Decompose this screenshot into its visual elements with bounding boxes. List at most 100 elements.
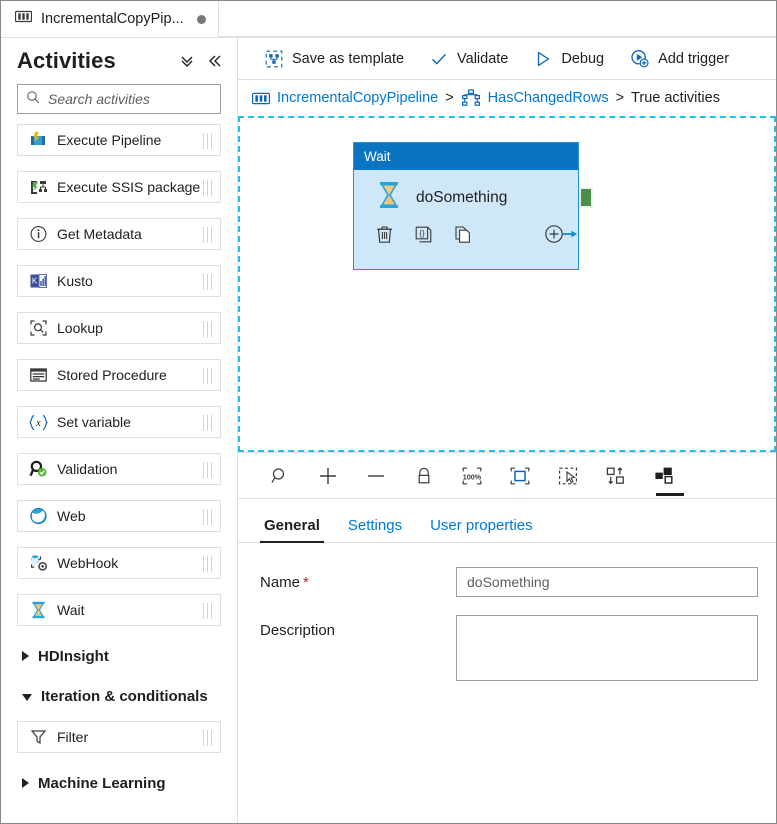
activity-node-doSomething[interactable]: Wait doSomething {} — [353, 142, 579, 270]
delete-icon[interactable] — [376, 225, 393, 244]
drag-handle[interactable] — [203, 321, 212, 337]
node-output-port[interactable] — [579, 187, 593, 208]
command-bar: Save as template Validate Debug Add trig… — [238, 38, 776, 80]
activity-web[interactable]: Web — [17, 500, 221, 532]
property-tabs: General Settings User properties — [238, 499, 776, 543]
description-field[interactable] — [456, 615, 758, 681]
required-marker: * — [303, 574, 309, 591]
tab-strip: IncrementalCopyPip... — [1, 1, 776, 38]
webhook-icon — [27, 553, 49, 573]
breadcrumb-current: True activities — [631, 90, 720, 106]
description-label: Description — [260, 622, 336, 639]
search-input[interactable] — [48, 91, 230, 107]
chevron-right-icon — [22, 778, 29, 788]
validate-button[interactable]: Validate — [417, 43, 521, 75]
drag-handle[interactable] — [203, 509, 212, 525]
group-iteration-conditionals[interactable]: Iteration & conditionals — [17, 681, 221, 711]
activity-filter[interactable]: Filter — [17, 721, 221, 753]
checkmark-icon — [430, 50, 448, 68]
group-machine-learning[interactable]: Machine Learning — [17, 768, 221, 798]
command-label: Save as template — [292, 50, 405, 67]
lock-icon[interactable] — [400, 456, 448, 496]
wait-icon — [27, 600, 49, 620]
play-triangle-icon — [534, 50, 552, 68]
drag-handle[interactable] — [203, 730, 212, 746]
activity-label: Set variable — [57, 414, 131, 430]
double-chevron-left-icon[interactable] — [207, 53, 223, 69]
code-brackets-icon[interactable]: {} — [414, 225, 433, 244]
command-label: Debug — [561, 50, 605, 67]
add-output-icon[interactable] — [544, 224, 578, 244]
activity-wait[interactable]: Wait — [17, 594, 221, 626]
tab-user-properties[interactable]: User properties — [416, 517, 547, 542]
double-chevron-down-icon[interactable] — [179, 53, 195, 69]
node-tools: {} — [354, 214, 578, 244]
activities-title: Activities — [17, 48, 116, 73]
tab-settings[interactable]: Settings — [334, 517, 416, 542]
drag-handle[interactable] — [203, 180, 212, 196]
tab-modified-indicator[interactable] — [196, 14, 206, 24]
save-as-template-button[interactable]: Save as template — [252, 43, 417, 75]
zoom-in-icon[interactable] — [304, 456, 352, 496]
zoom-100-percent-icon[interactable]: 100% — [448, 456, 496, 496]
svg-text:100%: 100% — [463, 472, 482, 481]
group-label: Machine Learning — [38, 774, 166, 792]
activity-stored-procedure[interactable]: Stored Procedure — [17, 359, 221, 391]
general-tab-form: Name * doSomething Description — [238, 543, 776, 823]
activity-webhook[interactable]: WebHook — [17, 547, 221, 579]
marquee-select-icon[interactable] — [544, 456, 592, 496]
lookup-icon — [27, 318, 49, 338]
zoom-out-icon[interactable] — [352, 456, 400, 496]
search-icon — [26, 90, 40, 109]
activity-label: Execute Pipeline — [57, 132, 162, 148]
activity-label: Get Metadata — [57, 226, 142, 242]
tab-incremental-copy-pipeline[interactable]: IncrementalCopyPip... — [1, 1, 219, 37]
name-row: Name * doSomething — [260, 567, 758, 597]
activity-kusto[interactable]: K Kusto — [17, 265, 221, 297]
activity-label: Wait — [57, 602, 85, 618]
activity-set-variable[interactable]: x Set variable — [17, 406, 221, 438]
activity-execute-pipeline[interactable]: Execute Pipeline — [17, 124, 221, 156]
validation-icon — [27, 459, 49, 479]
zoom-search-icon[interactable] — [256, 456, 304, 496]
auto-align-icon[interactable] — [592, 456, 640, 496]
zoom-to-fit-icon[interactable] — [496, 456, 544, 496]
clone-icon[interactable] — [454, 225, 473, 244]
svg-text:K: K — [31, 277, 37, 286]
breadcrumb-condition-link[interactable]: HasChangedRows — [488, 90, 609, 106]
activity-lookup[interactable]: Lookup — [17, 312, 221, 344]
drag-handle[interactable] — [203, 415, 212, 431]
drag-handle[interactable] — [203, 603, 212, 619]
pipeline-icon — [252, 92, 270, 105]
activities-header: Activities — [1, 38, 237, 80]
activity-execute-ssis-package[interactable]: Execute SSIS package — [17, 171, 221, 203]
name-field[interactable]: doSomething — [456, 567, 758, 597]
svg-text:x: x — [35, 418, 41, 429]
activities-list: Execute Pipeline Execute SSIS package Ge… — [1, 124, 237, 823]
drag-handle[interactable] — [203, 368, 212, 384]
command-label: Validate — [457, 50, 509, 67]
activity-label: Filter — [57, 729, 89, 745]
canvas-toolbar: 100% — [238, 452, 776, 499]
add-trigger-button[interactable]: Add trigger — [617, 43, 742, 75]
activity-get-metadata[interactable]: Get Metadata — [17, 218, 221, 250]
drag-handle[interactable] — [203, 133, 212, 149]
if-condition-icon — [461, 89, 481, 107]
breadcrumb: IncrementalCopyPipeline > HasChangedRows… — [238, 80, 776, 116]
breadcrumb-pipeline-link[interactable]: IncrementalCopyPipeline — [277, 90, 438, 106]
tab-title: IncrementalCopyPip... — [41, 11, 184, 27]
drag-handle[interactable] — [203, 462, 212, 478]
activity-validation[interactable]: Validation — [17, 453, 221, 485]
search-box[interactable] — [17, 84, 230, 114]
drag-handle[interactable] — [203, 274, 212, 290]
debug-button[interactable]: Debug — [521, 43, 617, 75]
drag-handle[interactable] — [203, 227, 212, 243]
group-hdinsight[interactable]: HDInsight — [17, 641, 221, 671]
pipeline-canvas[interactable]: Wait doSomething {} — [238, 116, 776, 452]
tab-strip-empty-area — [218, 1, 776, 37]
tab-general[interactable]: General — [250, 517, 334, 543]
filter-icon — [27, 727, 49, 747]
drag-handle[interactable] — [203, 556, 212, 572]
show-related-icon[interactable] — [640, 456, 688, 496]
node-body: doSomething — [354, 170, 578, 214]
